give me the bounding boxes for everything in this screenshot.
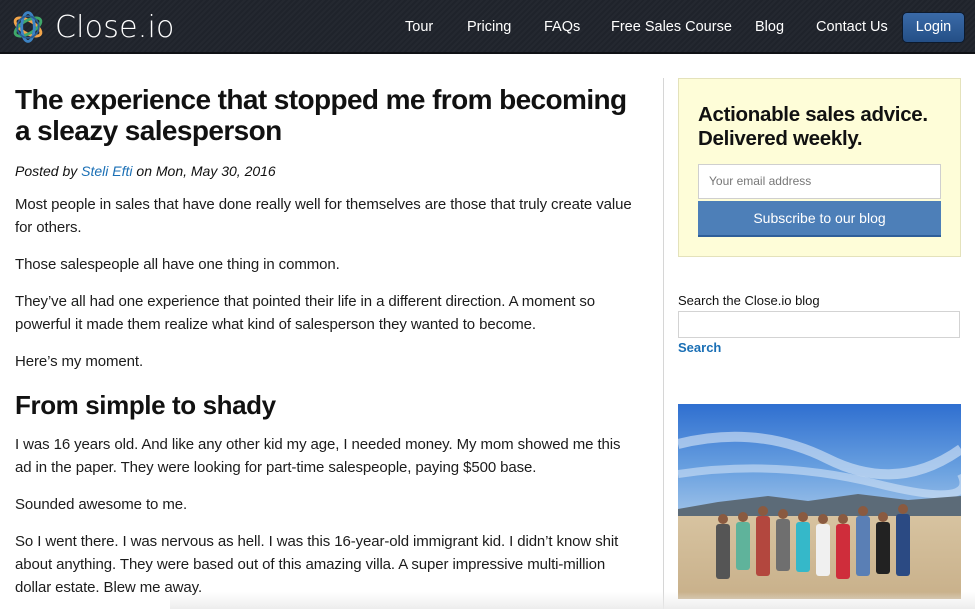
nav-faqs[interactable]: FAQs bbox=[544, 19, 580, 35]
paragraph: Sounded awesome to me. bbox=[15, 496, 188, 513]
article-byline: Posted by Steli Efti on Mon, May 30, 201… bbox=[15, 163, 640, 179]
paragraph: So I went there. I was nervous as hell. … bbox=[15, 533, 619, 596]
paragraph: I was 16 years old. And like any other k… bbox=[15, 436, 621, 476]
nav-blog[interactable]: Blog bbox=[755, 19, 784, 35]
signup-title-line: Delivered weekly. bbox=[698, 127, 863, 150]
sidebar-divider bbox=[663, 78, 664, 609]
byline-prefix: Posted by bbox=[15, 163, 78, 179]
nav-pricing[interactable]: Pricing bbox=[467, 19, 511, 35]
article-title: The experience that stopped me from beco… bbox=[15, 84, 627, 146]
paragraph: Those salespeople all have one thing in … bbox=[15, 256, 340, 273]
top-navbar: Close.io Tour Pricing FAQs Free Sales Co… bbox=[0, 0, 975, 54]
paragraph: They’ve all had one experience that poin… bbox=[15, 293, 596, 333]
section-heading: From simple to shady bbox=[15, 390, 276, 420]
team-photo-image bbox=[678, 404, 961, 599]
article: The experience that stopped me from beco… bbox=[15, 84, 640, 599]
nav-tour[interactable]: Tour bbox=[405, 19, 433, 35]
search-label: Search the Close.io blog bbox=[678, 293, 820, 308]
byline-date: on Mon, May 30, 2016 bbox=[136, 163, 276, 179]
nav-free-sales-course[interactable]: Free Sales Course bbox=[611, 19, 732, 35]
login-button[interactable]: Login bbox=[902, 12, 965, 43]
subscribe-button[interactable]: Subscribe to our blog bbox=[698, 201, 941, 237]
paragraph: Most people in sales that have done real… bbox=[15, 196, 632, 236]
newsletter-signup-box: Actionable sales advice. Delivered weekl… bbox=[678, 78, 961, 257]
signup-title: Actionable sales advice. Delivered weekl… bbox=[698, 103, 928, 151]
author-link[interactable]: Steli Efti bbox=[81, 163, 132, 179]
signup-title-line: Actionable sales advice. bbox=[698, 103, 928, 126]
search-link[interactable]: Search bbox=[678, 340, 721, 355]
blog-search-input[interactable] bbox=[678, 311, 960, 338]
email-input[interactable]: Your email address bbox=[698, 164, 941, 199]
paragraph: Here’s my moment. bbox=[15, 353, 144, 370]
nav-contact-us[interactable]: Contact Us bbox=[816, 19, 888, 35]
team-beach-photo bbox=[678, 404, 961, 599]
